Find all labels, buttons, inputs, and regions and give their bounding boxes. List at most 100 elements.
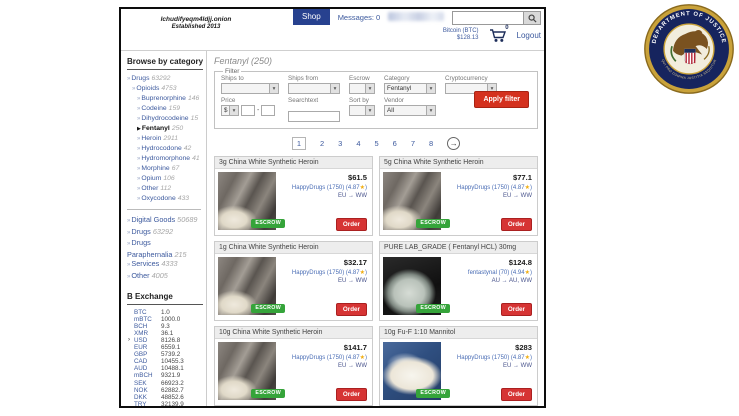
messages-link[interactable]: Messages: 0	[338, 13, 381, 22]
page-6[interactable]: 6	[393, 139, 397, 148]
ships-to-select[interactable]: ▾	[221, 83, 279, 94]
sidebar-item-services[interactable]: »Services4333	[127, 259, 203, 271]
redacted-text	[388, 12, 444, 21]
sidebar-item-fentanyl-selected[interactable]: ▶Fentanyl250	[127, 124, 203, 134]
page-3[interactable]: 3	[338, 139, 342, 148]
chevron-down-icon: ▾	[269, 84, 278, 93]
product-title[interactable]: 10g China White Synthetic Heroin	[215, 327, 372, 339]
sidebar-item-opium[interactable]: »Opium106	[127, 174, 203, 184]
browse-heading: Browse by category	[127, 57, 203, 70]
page-7[interactable]: 7	[411, 139, 415, 148]
page-5[interactable]: 5	[375, 139, 379, 148]
searchtext-input[interactable]	[288, 111, 340, 122]
header: lchudifyeqm4ldjj.onion Established 2013 …	[121, 9, 544, 51]
order-button[interactable]: Order	[501, 388, 532, 401]
page-2[interactable]: 2	[320, 139, 324, 148]
logout-link[interactable]: Logout	[517, 31, 541, 40]
product-image[interactable]: ESCROW	[218, 257, 276, 315]
vendor-link[interactable]: HappyDrugs (1750) (4.87★)	[292, 184, 367, 191]
price-currency-select[interactable]: $▾	[221, 105, 239, 116]
tab-shop[interactable]: Shop	[293, 9, 330, 25]
ships-from-select[interactable]: ▾	[288, 83, 340, 94]
product-image[interactable]: ESCROW	[383, 172, 441, 230]
sidebar-item-drugs-section[interactable]: »Drugs63292	[127, 227, 203, 239]
sidebar-item-hydromorphone[interactable]: »Hydromorphone41	[127, 154, 203, 164]
marker-icon: »	[127, 274, 130, 280]
sidebar-item-drugs[interactable]: »Drugs63292	[127, 74, 203, 84]
rate-row: BCH9.3	[134, 323, 203, 330]
product-price: $61.5	[292, 173, 367, 182]
site-established: Established 2013	[131, 24, 261, 30]
escrow-badge: ESCROW	[251, 219, 285, 228]
search-bar	[452, 11, 541, 25]
product-image[interactable]: ESCROW	[218, 172, 276, 230]
sidebar-item-codeine[interactable]: »Codeine159	[127, 104, 203, 114]
cart-button[interactable]: 0	[488, 27, 508, 43]
product-title[interactable]: PURE LAB_GRADE ( Fentanyl HCL) 30mg	[380, 242, 537, 254]
sidebar-item-dihydrocodeine[interactable]: »Dihydrocodeine15	[127, 114, 203, 124]
product-image[interactable]: ESCROW	[383, 342, 441, 400]
vendor-link[interactable]: HappyDrugs (1750) (4.87★)	[457, 184, 532, 191]
category-label: Category	[384, 75, 436, 82]
order-button[interactable]: Order	[336, 303, 367, 316]
vendor-link[interactable]: HappyDrugs (1750) (4.87★)	[457, 354, 532, 361]
escrow-badge: ESCROW	[251, 304, 285, 313]
marker-icon: »	[137, 96, 140, 102]
exchange-rates-table: BTC1.0 mBTC1000.0 BCH9.3 XMR36.1 ›USD812…	[127, 309, 203, 406]
vendor-select[interactable]: All▾	[384, 105, 436, 116]
apply-filter-button[interactable]: Apply filter	[474, 91, 529, 108]
next-page-arrow-icon[interactable]: →	[447, 137, 460, 150]
shipping-route: AU → AU, WW	[468, 278, 532, 284]
category-select[interactable]: Fentanyl▾	[384, 83, 436, 94]
product-title[interactable]: 3g China White Synthetic Heroin	[215, 157, 372, 169]
sidebar-item-opioids[interactable]: »Opioids4753	[127, 84, 203, 94]
order-button[interactable]: Order	[336, 388, 367, 401]
sidebar-item-heroin[interactable]: »Heroin2911	[127, 134, 203, 144]
filter-panel: Filter Ships to ▾ Ships from ▾ Escrow ▾ …	[214, 68, 538, 129]
price-max-input[interactable]	[261, 105, 275, 116]
order-button[interactable]: Order	[501, 218, 532, 231]
shipping-route: EU → WW	[292, 193, 367, 199]
sidebar-item-other-section[interactable]: »Other4005	[127, 271, 203, 283]
rate-row-usd-selected: ›USD8126.8	[134, 337, 203, 344]
vendor-link[interactable]: fentastynal (70) (4.94★)	[468, 269, 532, 276]
chevron-down-icon: ▾	[330, 84, 339, 93]
order-button[interactable]: Order	[336, 218, 367, 231]
rate-row: mBTC1000.0	[134, 316, 203, 323]
escrow-badge: ESCROW	[416, 219, 450, 228]
product-title[interactable]: 10g Fu-F 1:10 Mannitol	[380, 327, 537, 339]
rate-row: GBP5739.2	[134, 351, 203, 358]
sidebar-item-morphine[interactable]: »Morphine67	[127, 164, 203, 174]
price-label: Price	[221, 97, 279, 104]
vendor-link[interactable]: HappyDrugs (1750) (4.87★)	[292, 269, 367, 276]
page-1-current[interactable]: 1	[292, 137, 306, 150]
sidebar-item-other[interactable]: »Other112	[127, 184, 203, 194]
price-min-input[interactable]	[241, 105, 255, 116]
sidebar-item-oxycodone[interactable]: »Oxycodone433	[127, 194, 203, 204]
page-8[interactable]: 8	[429, 139, 433, 148]
rate-row: mBCH9321.9	[134, 372, 203, 379]
escrow-select[interactable]: ▾	[349, 83, 375, 94]
sidebar-item-buprenorphine[interactable]: »Buprenorphine146	[127, 94, 203, 104]
vendor-link[interactable]: HappyDrugs (1750) (4.87★)	[292, 354, 367, 361]
product-image[interactable]: ESCROW	[218, 342, 276, 400]
sidebar-item-drugs-paraphernalia[interactable]: »Drugs Paraphernalia215	[127, 238, 203, 259]
search-input[interactable]	[452, 11, 524, 25]
product-title[interactable]: 5g China White Synthetic Heroin	[380, 157, 537, 169]
marketplace-window: lchudifyeqm4ldjj.onion Established 2013 …	[119, 7, 546, 408]
rate-row: TRY32139.9	[134, 401, 203, 406]
sidebar-item-digital-goods[interactable]: »Digital Goods50689	[127, 215, 203, 227]
search-button[interactable]	[524, 11, 541, 25]
order-button[interactable]: Order	[501, 303, 532, 316]
page-4[interactable]: 4	[356, 139, 360, 148]
product-price: $141.7	[292, 343, 367, 352]
escrow-badge: ESCROW	[416, 304, 450, 313]
product-title[interactable]: 1g China White Synthetic Heroin	[215, 242, 372, 254]
cryptocurrency-label: Cryptocurrency	[445, 75, 497, 82]
rate-row: XMR36.1	[134, 330, 203, 337]
product-image[interactable]: ESCROW	[383, 257, 441, 315]
rate-row: EUR6559.1	[134, 344, 203, 351]
sort-by-select[interactable]: ▾	[349, 105, 375, 116]
product-price: $32.17	[292, 258, 367, 267]
sidebar-item-hydrocodone[interactable]: »Hydrocodone42	[127, 144, 203, 154]
